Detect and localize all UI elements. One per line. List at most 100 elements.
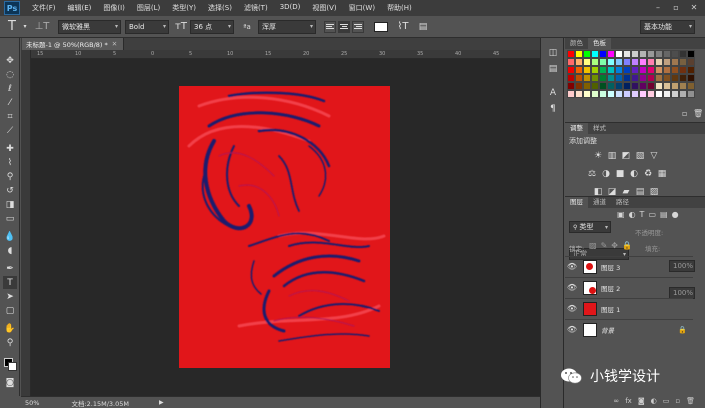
adjust-filter-icon[interactable]: ◐ — [629, 210, 636, 219]
adjustment-layer-icon[interactable]: ◐ — [651, 397, 657, 405]
color-swatch[interactable] — [679, 58, 687, 66]
move-tool-icon[interactable]: ✥ — [3, 54, 17, 67]
restore-icon[interactable]: ▫ — [669, 2, 683, 13]
pen-tool-icon[interactable]: ✒ — [3, 262, 17, 275]
adjustment-icon[interactable]: ♻ — [643, 169, 653, 179]
font-style-select[interactable]: Bold ▾ — [125, 19, 169, 34]
color-swatch[interactable] — [631, 82, 639, 90]
link-icon[interactable]: ∞ — [613, 397, 619, 405]
menu-item[interactable]: 滤镜(T) — [238, 3, 274, 13]
color-swatch[interactable] — [631, 50, 639, 58]
color-swatch[interactable] — [663, 50, 671, 58]
align-right-button[interactable] — [352, 20, 364, 33]
tab-styles[interactable]: 样式 — [588, 123, 611, 134]
color-swatch[interactable] — [599, 50, 607, 58]
font-size-select[interactable]: 36 点 ▾ — [190, 19, 234, 34]
color-swatch[interactable] — [583, 58, 591, 66]
filter-toggle-icon[interactable]: ● — [672, 210, 679, 219]
history-brush-tool-icon[interactable]: ↺ — [3, 184, 17, 197]
color-swatch[interactable] — [639, 90, 647, 98]
color-swatch[interactable] — [567, 82, 575, 90]
vertical-ruler[interactable] — [21, 50, 31, 396]
menu-item[interactable]: 3D(D) — [274, 3, 307, 13]
menu-item[interactable]: 类型(Y) — [166, 3, 202, 13]
color-swatch[interactable] — [639, 74, 647, 82]
color-swatch[interactable] — [615, 74, 623, 82]
menu-item[interactable]: 编辑(E) — [62, 3, 98, 13]
color-swatch[interactable] — [583, 50, 591, 58]
color-swatch[interactable] — [583, 74, 591, 82]
marquee-tool-icon[interactable]: ◌ — [3, 68, 17, 81]
color-swatch[interactable] — [583, 66, 591, 74]
color-swatch[interactable] — [679, 82, 687, 90]
lock-transparent-icon[interactable]: ▨ — [589, 241, 597, 250]
minimize-icon[interactable]: – — [651, 2, 665, 13]
color-swatch[interactable] — [655, 58, 663, 66]
color-swatch[interactable] — [599, 74, 607, 82]
color-swatch[interactable] — [599, 58, 607, 66]
color-swatch[interactable] — [575, 66, 583, 74]
color-swatch[interactable] — [687, 66, 695, 74]
color-swatch[interactable] — [639, 50, 647, 58]
horizontal-ruler[interactable]: 15 10 5 0 5 10 15 20 25 30 35 40 45 — [31, 50, 540, 59]
dodge-tool-icon[interactable]: ◖ — [3, 244, 17, 257]
new-layer-icon[interactable]: ▫ — [675, 397, 680, 405]
lock-image-icon[interactable]: ✎ — [601, 241, 608, 250]
character-panel-icon[interactable]: A — [546, 86, 560, 99]
color-swatch[interactable] — [623, 82, 631, 90]
color-swatch[interactable] — [671, 58, 679, 66]
color-swatch[interactable] — [607, 50, 615, 58]
color-swatch[interactable] — [679, 90, 687, 98]
color-swatch[interactable] — [623, 74, 631, 82]
shape-tool-icon[interactable]: ▢ — [3, 304, 17, 317]
adjustment-icon[interactable]: ◑ — [601, 169, 611, 179]
color-swatch[interactable] — [607, 58, 615, 66]
healing-brush-tool-icon[interactable]: ✚ — [3, 142, 17, 155]
menu-item[interactable]: 帮助(H) — [381, 3, 418, 13]
tab-color[interactable]: 颜色 — [565, 38, 588, 49]
layer-filter-select[interactable]: ⚲ 类型 ▾ — [569, 221, 611, 233]
trash-icon[interactable]: 🗑 — [693, 109, 703, 118]
menu-item[interactable]: 文件(F) — [26, 3, 62, 13]
adjustment-icon[interactable]: ▧ — [635, 151, 645, 161]
zoom-tool-icon[interactable]: ⚲ — [3, 336, 17, 349]
document-canvas[interactable] — [179, 86, 390, 368]
color-swatch[interactable] — [591, 82, 599, 90]
text-color-swatch[interactable] — [374, 21, 388, 32]
fx-icon[interactable]: fx — [625, 397, 632, 405]
properties-panel-icon[interactable]: ▤ — [546, 62, 560, 75]
layer-row[interactable]: 👁 背景 🔒 — [565, 319, 693, 339]
visibility-eye-icon[interactable]: 👁 — [565, 262, 579, 271]
smart-filter-icon[interactable]: ▤ — [660, 210, 668, 219]
color-swatch[interactable] — [591, 66, 599, 74]
antialias-select[interactable]: 浑厚 ▾ — [258, 19, 316, 34]
eraser-tool-icon[interactable]: ◨ — [3, 198, 17, 211]
type-tool-icon[interactable]: T — [3, 276, 17, 289]
history-panel-icon[interactable]: ◫ — [546, 46, 560, 59]
color-swatch[interactable] — [639, 82, 647, 90]
color-swatch[interactable] — [615, 82, 623, 90]
adjustment-icon[interactable]: ▥ — [607, 151, 617, 161]
warp-text-icon[interactable]: ⌇T — [396, 21, 410, 32]
new-swatch-icon[interactable]: ▫ — [682, 109, 687, 118]
menu-item[interactable]: 图层(L) — [131, 3, 166, 13]
visibility-eye-icon[interactable]: 👁 — [565, 283, 579, 292]
color-swatch[interactable] — [679, 66, 687, 74]
quick-select-tool-icon[interactable]: ⁄ — [3, 96, 17, 109]
align-center-button[interactable] — [338, 20, 350, 33]
color-swatch[interactable] — [687, 82, 695, 90]
color-swatch[interactable] — [575, 58, 583, 66]
adjustment-icon[interactable]: ⚖ — [587, 169, 597, 179]
adjustment-icon[interactable]: ◐ — [629, 169, 639, 179]
brush-tool-icon[interactable]: ⌇ — [3, 156, 17, 169]
lasso-tool-icon[interactable]: ℓ — [3, 82, 17, 95]
close-tab-icon[interactable]: ✕ — [112, 40, 117, 48]
color-swatch[interactable] — [591, 74, 599, 82]
color-swatch[interactable] — [687, 74, 695, 82]
color-swatch[interactable] — [671, 50, 679, 58]
color-swatch[interactable] — [687, 58, 695, 66]
color-swatch[interactable] — [647, 66, 655, 74]
color-swatch[interactable] — [583, 90, 591, 98]
text-tool-icon[interactable]: T — [4, 19, 20, 34]
color-swatch[interactable] — [631, 74, 639, 82]
